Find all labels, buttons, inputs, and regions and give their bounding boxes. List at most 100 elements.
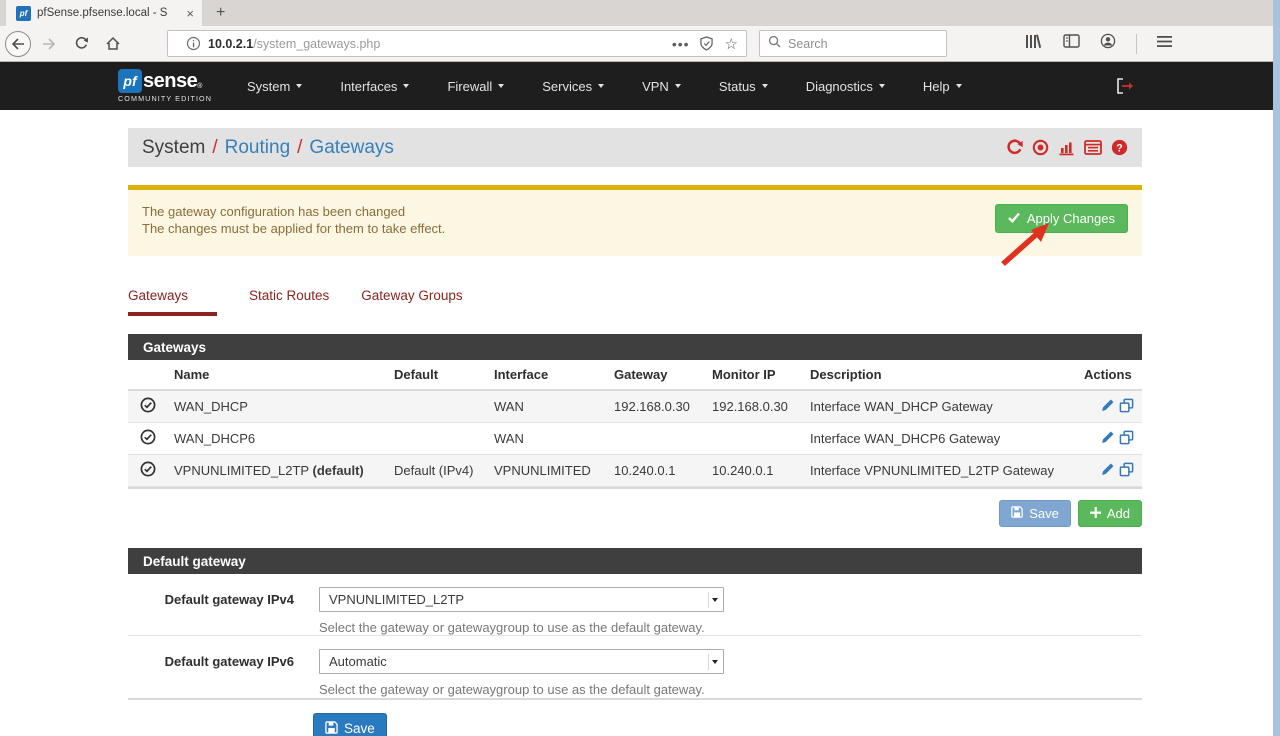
sidebar-icon[interactable]: [1063, 34, 1080, 53]
screen: pf pfSense.pfsense.local - S × + 10.0.2.…: [0, 0, 1280, 736]
tracking-shield-icon[interactable]: [700, 36, 713, 51]
tab-static-routes[interactable]: Static Routes: [249, 282, 329, 316]
menu-hamburger-icon[interactable]: [1157, 35, 1172, 53]
status-gateways-icon[interactable]: [1032, 139, 1049, 156]
toolbar-separator: [1136, 34, 1137, 54]
edit-pencil-icon[interactable]: [1100, 462, 1115, 480]
menu-help[interactable]: Help: [904, 71, 981, 102]
tab-close-icon[interactable]: ×: [186, 7, 194, 20]
pfsense-logo[interactable]: pf sense ® COMMUNITY EDITION: [118, 69, 214, 103]
ipv6-selected-value: Automatic: [329, 654, 387, 669]
pfsense-navbar: pf sense ® COMMUNITY EDITION System Inte…: [0, 62, 1273, 110]
col-actions: Actions: [1076, 360, 1142, 390]
floppy-icon: [1011, 506, 1023, 521]
copy-icon[interactable]: [1119, 462, 1134, 480]
save-default-gateway-button[interactable]: Save: [313, 713, 387, 736]
chevron-down-icon: [762, 84, 768, 88]
menu-interfaces[interactable]: Interfaces: [321, 71, 428, 102]
new-tab-button[interactable]: +: [202, 0, 239, 26]
menu-firewall[interactable]: Firewall: [428, 71, 523, 102]
pfsense-favicon: pf: [16, 6, 31, 21]
library-icon[interactable]: [1025, 34, 1043, 54]
table-actions-row: Save Add: [128, 500, 1142, 527]
account-icon[interactable]: [1100, 33, 1116, 54]
search-box[interactable]: [759, 30, 947, 57]
floppy-icon: [325, 721, 338, 736]
table-row: VPNUNLIMITED_L2TP (default) Default (IPv…: [128, 455, 1142, 487]
chevron-down-icon: [956, 84, 962, 88]
gateways-table: Name Default Interface Gateway Monitor I…: [128, 360, 1142, 487]
url-bar[interactable]: 10.0.2.1/system_gateways.php ••• ☆: [167, 30, 747, 57]
menu-services[interactable]: Services: [523, 71, 623, 102]
breadcrumb-section: System: [142, 137, 205, 159]
chevron-down-icon: [403, 84, 409, 88]
edit-pencil-icon[interactable]: [1100, 430, 1115, 448]
logo-registered-mark: ®: [197, 83, 202, 90]
breadcrumb-separator: /: [297, 137, 302, 159]
default-gateway-ipv6-select[interactable]: Automatic: [319, 649, 724, 674]
site-info-icon[interactable]: [186, 36, 201, 51]
edit-pencil-icon[interactable]: [1100, 398, 1115, 416]
tab-gateway-groups[interactable]: Gateway Groups: [361, 282, 462, 316]
svg-text:?: ?: [1116, 142, 1122, 154]
chevron-down-icon: [296, 84, 302, 88]
menu-system[interactable]: System: [228, 71, 321, 102]
col-name: Name: [166, 360, 386, 390]
search-input[interactable]: [788, 37, 928, 51]
logo-sense-text: sense: [143, 70, 197, 93]
tab-title: pfSense.pfsense.local - S: [37, 7, 180, 19]
table-header-row: Name Default Interface Gateway Monitor I…: [128, 360, 1142, 390]
browser-tab[interactable]: pf pfSense.pfsense.local - S ×: [6, 0, 202, 26]
gateway-enabled-icon: [140, 461, 156, 480]
copy-icon[interactable]: [1119, 398, 1134, 416]
ipv4-label: Default gateway IPv4: [142, 587, 294, 635]
tab-gateways[interactable]: Gateways: [128, 282, 217, 316]
browser-toolbar: 10.0.2.1/system_gateways.php ••• ☆: [0, 26, 1273, 62]
url-host: 10.0.2.1: [208, 37, 253, 51]
default-gateway-ipv4-select[interactable]: VPNUNLIMITED_L2TP: [319, 587, 724, 612]
ipv4-selected-value: VPNUNLIMITED_L2TP: [329, 592, 464, 607]
breadcrumb: System / Routing / Gateways: [128, 128, 1142, 167]
menu-vpn[interactable]: VPN: [623, 71, 700, 102]
chevron-down-icon: [498, 84, 504, 88]
select-arrow-icon: [708, 654, 721, 670]
col-default: Default: [386, 360, 486, 390]
menu-diagnostics[interactable]: Diagnostics: [787, 71, 904, 102]
apply-changes-button[interactable]: Apply Changes: [995, 204, 1128, 233]
chevron-down-icon: [675, 84, 681, 88]
plus-icon: [1090, 506, 1101, 521]
gateway-enabled-icon: [140, 397, 156, 416]
col-description: Description: [802, 360, 1076, 390]
refresh-icon[interactable]: [1006, 139, 1023, 156]
ipv4-help-text: Select the gateway or gatewaygroup to us…: [319, 620, 724, 635]
forward-icon[interactable]: [35, 31, 63, 57]
logout-icon[interactable]: [1116, 78, 1133, 99]
bookmark-star-icon[interactable]: ☆: [725, 35, 738, 53]
alert-gateway-changed: The gateway configuration has been chang…: [128, 185, 1142, 256]
log-list-icon[interactable]: [1084, 140, 1102, 155]
page-content: System / Routing / Gateways: [0, 110, 1273, 736]
monitoring-chart-icon[interactable]: [1058, 140, 1075, 156]
scrollbar[interactable]: [1273, 0, 1280, 736]
default-gateway-ipv6-row: Default gateway IPv6 Automatic Select th…: [128, 636, 1142, 698]
page-actions-icon[interactable]: •••: [672, 36, 690, 52]
alert-line-1: The gateway configuration has been chang…: [142, 203, 1128, 220]
menu-status[interactable]: Status: [700, 71, 787, 102]
default-gateway-panel: Default gateway Default gateway IPv4 VPN…: [128, 548, 1142, 700]
url-path: /system_gateways.php: [253, 37, 380, 51]
chevron-down-icon: [879, 84, 885, 88]
save-order-button[interactable]: Save: [999, 500, 1071, 527]
logo-subtitle: COMMUNITY EDITION: [118, 94, 214, 103]
help-icon[interactable]: ?: [1111, 139, 1128, 156]
gateway-enabled-icon: [140, 429, 156, 448]
home-icon[interactable]: [99, 31, 127, 57]
copy-icon[interactable]: [1119, 430, 1134, 448]
back-icon[interactable]: [5, 31, 31, 57]
breadcrumb-link-routing[interactable]: Routing: [225, 137, 291, 159]
col-interface: Interface: [486, 360, 606, 390]
ipv6-help-text: Select the gateway or gatewaygroup to us…: [319, 682, 724, 697]
reload-icon[interactable]: [67, 31, 95, 57]
breadcrumb-page-gateways[interactable]: Gateways: [309, 137, 393, 159]
add-gateway-button[interactable]: Add: [1078, 500, 1142, 527]
col-gateway: Gateway: [606, 360, 704, 390]
